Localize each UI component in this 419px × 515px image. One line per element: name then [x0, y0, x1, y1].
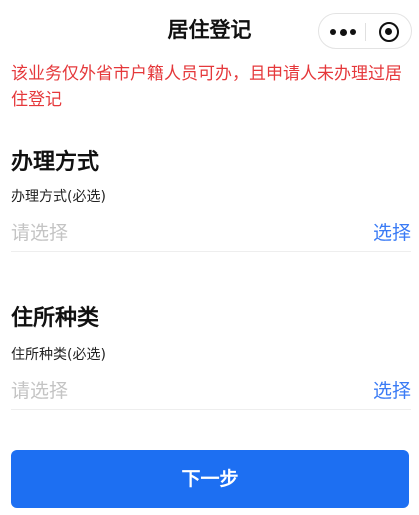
method-select-row[interactable]: 请选择 选择	[11, 212, 411, 252]
capsule-divider	[365, 23, 366, 41]
field-label-residence-type: 住所种类(必选)	[11, 347, 106, 363]
method-select-button[interactable]: 选择	[373, 218, 411, 245]
next-step-button[interactable]: 下一步	[11, 450, 409, 508]
mini-program-capsule	[318, 13, 412, 49]
residence-type-placeholder: 请选择	[11, 380, 69, 402]
field-label-method: 办理方式(必选)	[11, 189, 106, 205]
residence-type-select-row[interactable]: 请选择 选择	[11, 370, 411, 410]
navigation-bar: 居住登记	[0, 0, 419, 62]
method-placeholder: 请选择	[11, 222, 69, 244]
eligibility-notice: 该业务仅外省市户籍人员可办，且申请人未办理过居住登记	[11, 64, 402, 110]
target-circle-icon[interactable]	[379, 22, 399, 42]
more-dots-icon[interactable]	[330, 28, 356, 36]
section-title-method: 办理方式	[11, 150, 100, 175]
residence-type-select-button[interactable]: 选择	[373, 376, 411, 403]
page: 居住登记 该业务仅外省市户籍人员可办，且申请人未办理过居住登记 办理方式 办理方…	[0, 0, 419, 515]
section-title-residence-type: 住所种类	[11, 306, 100, 331]
